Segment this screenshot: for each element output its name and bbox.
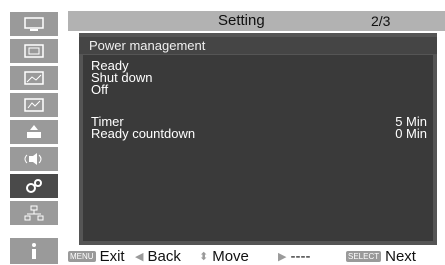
up-down-arrow-icon: ⬍ bbox=[199, 251, 209, 263]
left-arrow-icon: ◀ bbox=[135, 251, 144, 263]
right-arrow-icon: ▶ bbox=[278, 251, 287, 263]
sound-icon[interactable] bbox=[10, 147, 58, 171]
computer-icon[interactable] bbox=[10, 39, 58, 63]
move-label: Move bbox=[212, 248, 249, 265]
sidebar bbox=[0, 0, 68, 264]
exit-hint[interactable]: MENU Exit bbox=[68, 248, 125, 265]
forward-label: ---- bbox=[290, 248, 311, 265]
ready-countdown-label[interactable]: Ready countdown bbox=[91, 127, 195, 140]
next-hint[interactable]: SELECT Next bbox=[346, 248, 416, 265]
info-icon[interactable] bbox=[10, 238, 58, 264]
submenu-content: Ready Shut down Off Timer 5 Min Ready co… bbox=[83, 55, 433, 241]
header-bar: Setting 2/3 bbox=[68, 11, 445, 31]
page-indicator: 2/3 bbox=[371, 13, 391, 29]
gear-icon[interactable] bbox=[10, 174, 58, 198]
submenu-title: Power management bbox=[89, 38, 206, 53]
submenu-header[interactable]: Power management bbox=[79, 37, 437, 54]
image-adjust-icon[interactable] bbox=[10, 93, 58, 117]
forward-hint[interactable]: ▶ ---- bbox=[278, 248, 310, 265]
back-hint[interactable]: ◀ Back bbox=[135, 248, 181, 265]
image-icon[interactable] bbox=[10, 66, 58, 90]
next-label: Next bbox=[385, 248, 416, 265]
exit-label: Exit bbox=[99, 248, 125, 265]
footer-hints: MENU Exit ◀ Back ⬍ Move ▶ ---- SELECT Ne… bbox=[68, 247, 445, 265]
network-icon[interactable] bbox=[10, 201, 58, 225]
move-hint[interactable]: ⬍ Move bbox=[199, 248, 249, 265]
back-label: Back bbox=[147, 248, 181, 265]
select-key-icon: SELECT bbox=[346, 251, 382, 262]
display-icon[interactable] bbox=[10, 12, 58, 36]
menu-key-icon: MENU bbox=[68, 251, 96, 262]
settings-panel: Power management Ready Shut down Off Tim… bbox=[79, 33, 437, 245]
page-title: Setting bbox=[218, 12, 265, 29]
option-off[interactable]: Off bbox=[91, 83, 108, 96]
ready-countdown-value: 0 Min bbox=[395, 126, 427, 141]
setting-icon[interactable] bbox=[10, 120, 58, 144]
